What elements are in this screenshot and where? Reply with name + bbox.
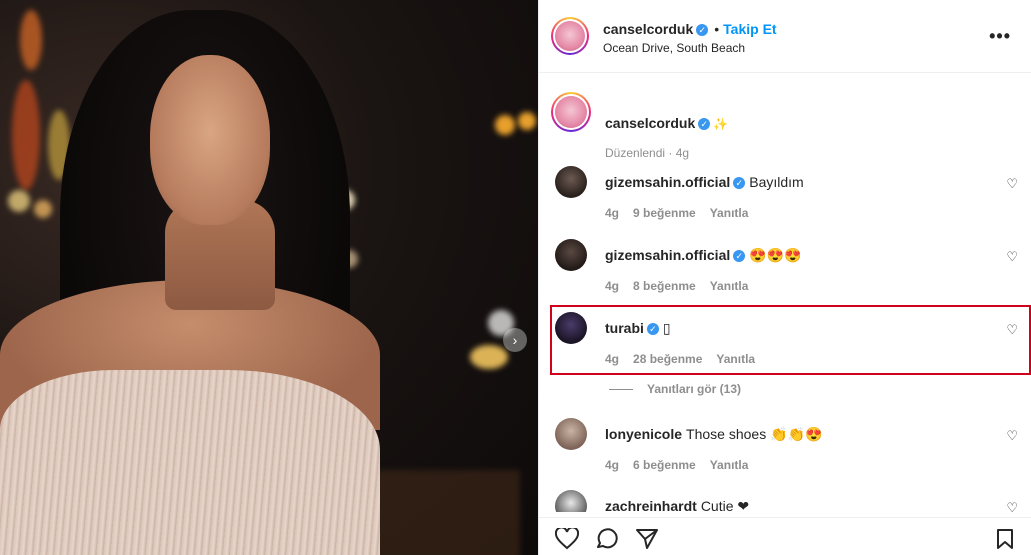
comment-time: 4g (605, 206, 620, 220)
author-username[interactable]: canselcorduk (603, 21, 693, 37)
comment-item: lonyenicole Those shoes 👏👏😍 4g 6 beğenme Ya… (539, 418, 1031, 488)
comment-time: 4g (605, 352, 620, 366)
separator-dot: • (714, 21, 720, 37)
sparkle-icon: ✨ (713, 117, 729, 131)
share-icon[interactable] (635, 528, 659, 550)
reply-button[interactable]: Yanıtla (710, 279, 749, 293)
commenter-avatar[interactable] (555, 312, 587, 344)
post-panel: canselcorduk ✓ • Takip Et Ocean Drive, Sout… (538, 0, 1031, 555)
comment-text: Bayıldım (749, 174, 804, 190)
comment-item: gizemsahin.official ✓ 😍😍😍 4g 8 beğenme Yanıt… (539, 239, 1031, 309)
commenter-username[interactable]: zachreinhardt (605, 498, 697, 512)
heart-icon[interactable]: ♡ (1006, 428, 1018, 444)
verified-icon: ✓ (698, 118, 711, 131)
comment-likes[interactable]: 9 beğenme (633, 206, 696, 220)
comment-time: 4g (605, 458, 620, 472)
commenter-username[interactable]: gizemsahin.official (605, 174, 730, 190)
heart-icon[interactable]: ♡ (1006, 249, 1018, 265)
verified-icon: ✓ (646, 323, 659, 336)
caption-meta: Düzenlendi · 4g (605, 146, 690, 160)
commenter-avatar[interactable] (555, 239, 587, 271)
caption-avatar[interactable] (551, 92, 591, 132)
author-avatar[interactable] (551, 17, 589, 55)
comment-item: gizemsahin.official ✓ Bayıldım 4g 9 beğenme… (539, 166, 1031, 236)
comment-likes[interactable]: 8 beğenme (633, 279, 696, 293)
reply-button[interactable]: Yanıtla (710, 206, 749, 220)
heart-icon[interactable]: ♡ (1006, 322, 1018, 338)
comment-icon[interactable] (595, 528, 619, 550)
verified-icon: ✓ (733, 250, 746, 263)
commenter-avatar[interactable] (555, 418, 587, 450)
commenter-username[interactable]: turabi (605, 320, 644, 336)
bookmark-icon[interactable] (995, 528, 1015, 550)
comment-text: 😍😍😍 (749, 247, 802, 263)
reply-button[interactable]: Yanıtla (710, 458, 749, 472)
comment-likes[interactable]: 6 beğenme (633, 458, 696, 472)
comment-text: ▯ (662, 320, 671, 336)
more-options-icon[interactable]: ••• (989, 26, 1011, 47)
post-actions (539, 517, 1031, 555)
post-photo: › (0, 0, 538, 555)
comment-text: Those shoes 👏👏😍 (686, 426, 823, 442)
comment-item: turabi ✓ ▯ 4g 28 beğenme Yanıtla ♡ (539, 312, 1031, 382)
view-replies-label: Yanıtları gör (13) (647, 382, 742, 396)
heart-icon[interactable]: ♡ (1006, 500, 1018, 512)
carousel-next-button[interactable]: › (503, 328, 527, 352)
comment-likes[interactable]: 28 beğenme (633, 352, 702, 366)
commenter-avatar[interactable] (555, 166, 587, 198)
post-location[interactable]: Ocean Drive, South Beach (603, 41, 745, 55)
view-replies-button[interactable]: Yanıtları gör (13) (609, 382, 741, 396)
comment-text: Cutie ❤ (700, 498, 750, 512)
reply-button[interactable]: Yanıtla (716, 352, 755, 366)
follow-button[interactable]: Takip Et (723, 21, 776, 37)
heart-icon[interactable]: ♡ (1006, 176, 1018, 192)
verified-icon: ✓ (733, 177, 746, 190)
commenter-avatar[interactable] (555, 490, 587, 512)
comment-item: zachreinhardt Cutie ❤ ♡ (539, 490, 1031, 512)
comment-time: 4g (605, 279, 620, 293)
comments-list: canselcorduk ✓ ✨ Düzenlendi · 4g gizemsahi… (539, 74, 1031, 512)
commenter-username[interactable]: lonyenicole (605, 426, 682, 442)
heart-icon[interactable] (555, 528, 579, 550)
replies-divider (609, 389, 633, 391)
caption-username[interactable]: canselcorduk (605, 115, 695, 131)
verified-icon: ✓ (696, 24, 709, 37)
post-header: canselcorduk ✓ • Takip Et Ocean Drive, Sout… (539, 0, 1031, 73)
commenter-username[interactable]: gizemsahin.official (605, 247, 730, 263)
